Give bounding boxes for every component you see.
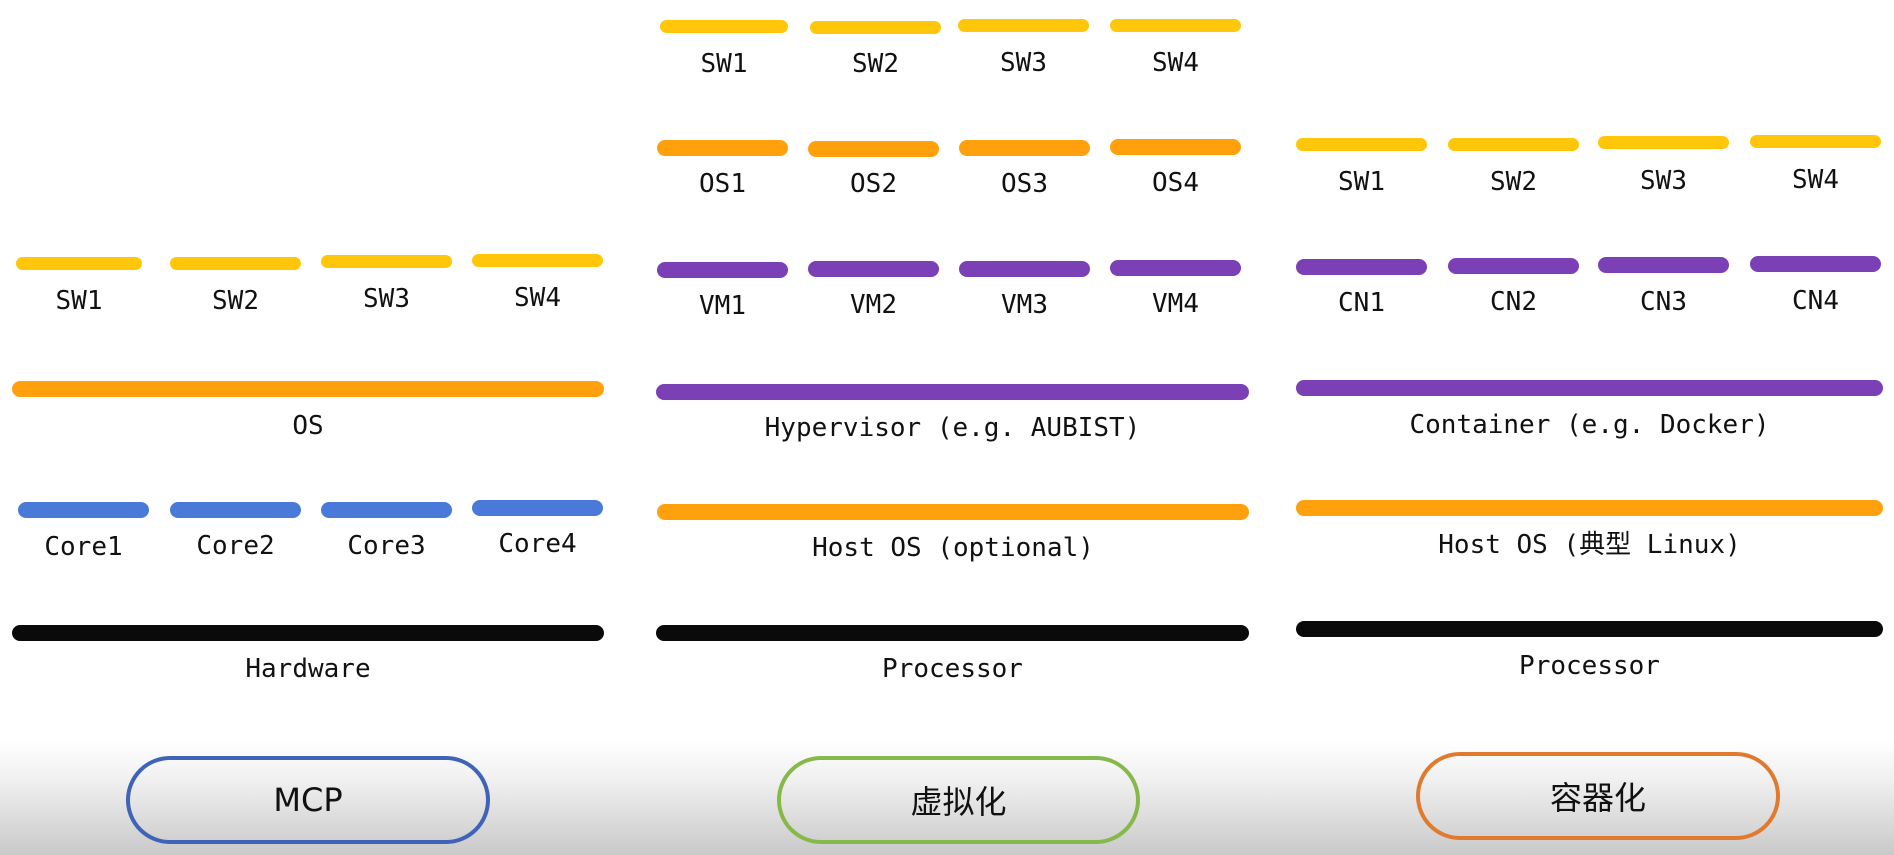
- mcp-sw3-bar: [321, 255, 452, 268]
- virt-os3-bar: [959, 140, 1090, 156]
- virt-sw3-bar: [958, 19, 1089, 32]
- cont-cn4-label: CN4: [1792, 286, 1839, 316]
- cont-cn2-bar: [1448, 258, 1579, 274]
- virt-vm2-label: VM2: [850, 290, 897, 320]
- virt-vm4-bar: [1110, 260, 1241, 276]
- virt-sw4-bar: [1110, 19, 1241, 32]
- cont-sw1-bar: [1296, 138, 1427, 151]
- cont-sw2-bar: [1448, 138, 1579, 151]
- mcp-core1-label: Core1: [44, 532, 123, 562]
- virt-vm1-bar: [657, 262, 788, 278]
- virt-vm3-bar: [959, 261, 1090, 277]
- virt-os1-bar: [657, 140, 788, 156]
- mcp-core2-bar: [170, 502, 301, 518]
- cont-cn3-label: CN3: [1640, 287, 1687, 317]
- mcp-core3-label: Core3: [347, 531, 426, 561]
- virt-processor-label: Processor: [882, 654, 1023, 684]
- cont-sw1-label: SW1: [1338, 167, 1385, 197]
- virt-sw2-bar: [810, 21, 941, 34]
- mcp-hardware-label: Hardware: [245, 654, 371, 684]
- mcp-os-label: OS: [292, 411, 324, 441]
- virt-os4-bar: [1110, 139, 1241, 155]
- mcp-sw2-label: SW2: [212, 286, 259, 316]
- mcp-sw1-bar: [16, 257, 142, 270]
- mcp-sw4-label: SW4: [514, 283, 561, 313]
- virt-host-os-bar: [657, 504, 1249, 520]
- virt-hypervisor-label: Hypervisor (e.g. AUBIST): [764, 413, 1141, 443]
- virt-sw2-label: SW2: [852, 49, 899, 79]
- architecture-comparison-diagram: SW1 SW2 SW3 SW4 OS Core1 Core2 Core3 Cor…: [0, 0, 1894, 855]
- mcp-sw4-bar: [472, 254, 603, 267]
- virt-hypervisor-bar: [656, 384, 1249, 400]
- virt-processor-bar: [656, 625, 1249, 641]
- mcp-core3-bar: [321, 502, 452, 518]
- cont-cn4-bar: [1750, 256, 1881, 272]
- virt-vm3-label: VM3: [1001, 290, 1048, 320]
- cont-runtime-bar: [1296, 380, 1883, 396]
- cont-sw3-label: SW3: [1640, 166, 1687, 196]
- cont-cn1-label: CN1: [1338, 288, 1385, 318]
- mcp-hardware-bar: [12, 625, 604, 641]
- virt-sw4-label: SW4: [1152, 48, 1199, 78]
- virt-sw1-bar: [660, 20, 788, 33]
- cont-host-os-bar: [1296, 500, 1883, 516]
- cont-cn3-bar: [1598, 257, 1729, 273]
- cont-cn1-bar: [1296, 259, 1427, 275]
- virt-vm1-label: VM1: [699, 291, 746, 321]
- virt-os2-bar: [808, 141, 939, 157]
- mcp-core1-bar: [18, 502, 149, 518]
- mcp-core4-label: Core4: [498, 529, 577, 559]
- mcp-sw1-label: SW1: [55, 286, 103, 316]
- virt-sw3-label: SW3: [1000, 48, 1047, 78]
- virt-host-os-label: Host OS (optional): [812, 533, 1094, 563]
- mcp-sw2-bar: [170, 257, 301, 270]
- containerization-tag-button[interactable]: 容器化: [1416, 752, 1780, 840]
- cont-sw4-label: SW4: [1792, 165, 1839, 195]
- virt-sw1-label: SW1: [700, 49, 748, 79]
- virt-os2-label: OS2: [850, 169, 897, 199]
- cont-sw3-bar: [1598, 136, 1729, 149]
- cont-sw2-label: SW2: [1490, 167, 1537, 197]
- cont-sw4-bar: [1750, 135, 1881, 148]
- cont-cn2-label: CN2: [1490, 287, 1537, 317]
- virt-vm2-bar: [808, 261, 939, 277]
- cont-processor-bar: [1296, 621, 1883, 637]
- mcp-tag-button[interactable]: MCP: [126, 756, 490, 844]
- virt-os3-label: OS3: [1001, 169, 1048, 199]
- virt-os4-label: OS4: [1152, 168, 1199, 198]
- cont-host-os-label: Host OS (典型 Linux): [1438, 530, 1741, 560]
- mcp-os-bar: [12, 381, 604, 397]
- cont-runtime-label: Container (e.g. Docker): [1409, 410, 1770, 440]
- mcp-core4-bar: [472, 500, 603, 516]
- virt-os1-label: OS1: [699, 169, 746, 199]
- virtualization-tag-button[interactable]: 虚拟化: [777, 756, 1140, 844]
- mcp-core2-label: Core2: [196, 531, 275, 561]
- virt-vm4-label: VM4: [1152, 289, 1199, 319]
- cont-processor-label: Processor: [1519, 651, 1660, 681]
- mcp-sw3-label: SW3: [363, 284, 410, 314]
